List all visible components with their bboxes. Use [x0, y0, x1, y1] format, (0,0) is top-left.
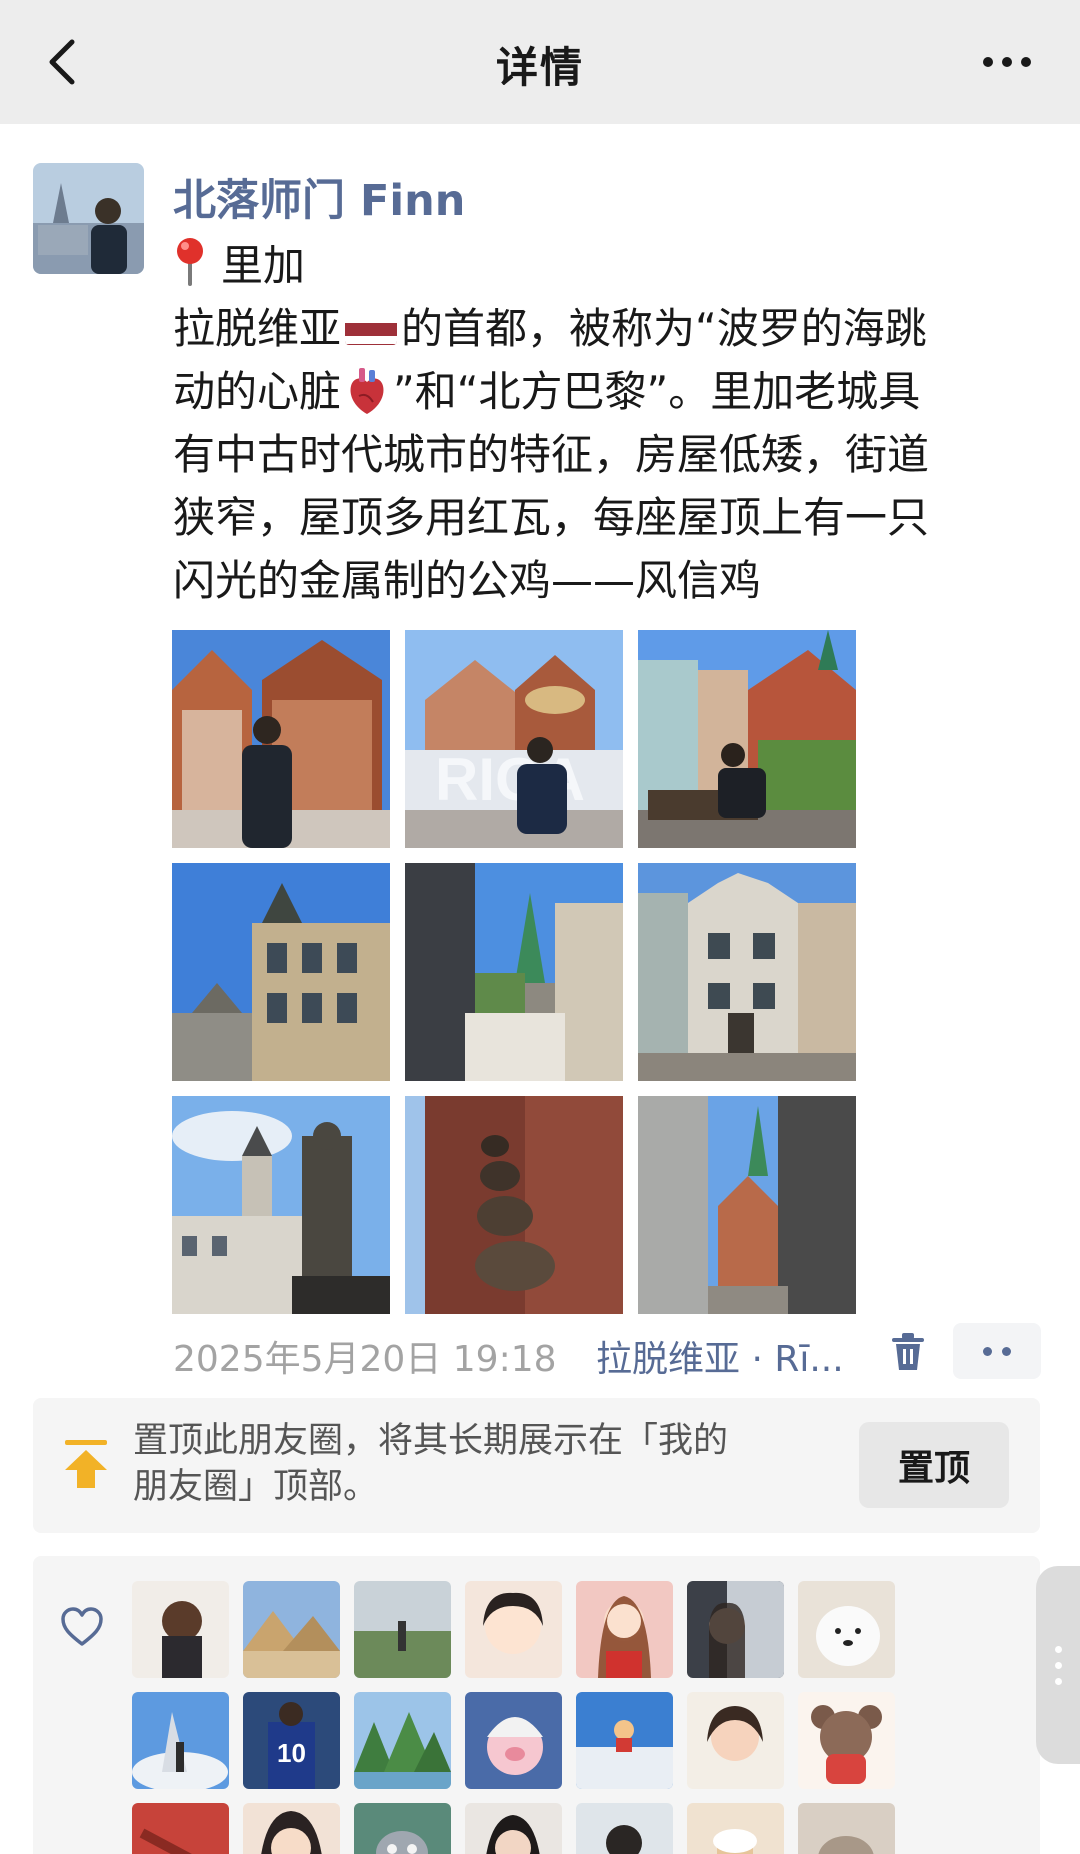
- photo-grid: RIGA: [172, 630, 856, 1314]
- liker-avatar[interactable]: [576, 1803, 673, 1854]
- liker-avatar[interactable]: [465, 1581, 562, 1678]
- liker-avatar[interactable]: [243, 1581, 340, 1678]
- text-segment: 动的心脏: [173, 367, 342, 416]
- liker-avatar[interactable]: [687, 1803, 784, 1854]
- author-name[interactable]: 北落师门 Finn: [173, 166, 465, 228]
- liker-avatar[interactable]: [798, 1581, 895, 1678]
- photo-5[interactable]: [405, 863, 623, 1081]
- side-scroll-handle[interactable]: [1036, 1566, 1080, 1764]
- liker-avatar[interactable]: 10: [243, 1692, 340, 1789]
- liker-avatar[interactable]: [576, 1581, 673, 1678]
- liker-avatar[interactable]: [354, 1692, 451, 1789]
- text-segment: ”和“北方巴黎”。里加老城具: [393, 367, 921, 416]
- liker-avatar[interactable]: [798, 1803, 895, 1854]
- likes-section: 10: [33, 1556, 1040, 1854]
- heart-outline-icon: [61, 1607, 103, 1646]
- photo-2[interactable]: RIGA: [405, 630, 623, 848]
- pin-prompt-text: 置顶此朋友圈，将其长期展示在「我的朋友圈」顶部。: [133, 1421, 729, 1507]
- text-body: 有中古时代城市的特征，房屋低矮，街道 狭窄，屋顶多用红瓦，每座屋顶上有一只 闪光…: [173, 430, 930, 605]
- location-line: 里加: [221, 241, 306, 290]
- author-avatar[interactable]: [33, 163, 144, 274]
- liker-avatar[interactable]: [354, 1581, 451, 1678]
- location-link[interactable]: 拉脱维亚 · Rī...: [596, 1330, 844, 1382]
- photo-1[interactable]: [172, 630, 390, 848]
- more-button[interactable]: [972, 36, 1042, 88]
- photo-9[interactable]: [638, 1096, 856, 1314]
- liker-avatar[interactable]: [465, 1803, 562, 1854]
- liker-avatar[interactable]: [687, 1581, 784, 1678]
- liker-avatar[interactable]: [687, 1692, 784, 1789]
- text-segment: 拉脱维亚: [173, 304, 342, 353]
- liker-avatar[interactable]: [243, 1803, 340, 1854]
- anatomical-heart-icon: [345, 366, 389, 416]
- photo-6[interactable]: [638, 863, 856, 1081]
- photo-7[interactable]: [172, 1096, 390, 1314]
- comment-menu-button[interactable]: [953, 1323, 1041, 1379]
- latvia-flag-icon: [345, 311, 398, 345]
- page-title: 详情: [495, 43, 584, 92]
- pin-location-icon: [173, 236, 207, 286]
- more-icon: [983, 57, 993, 67]
- nav-bar: 详情: [0, 0, 1080, 124]
- liker-avatar[interactable]: [132, 1803, 229, 1854]
- liker-avatars: 10: [132, 1581, 895, 1854]
- liker-avatar[interactable]: [798, 1692, 895, 1789]
- liker-avatar[interactable]: [132, 1692, 229, 1789]
- liker-avatar[interactable]: [132, 1581, 229, 1678]
- pin-to-top-button[interactable]: 置顶: [859, 1422, 1009, 1508]
- photo-4[interactable]: [172, 863, 390, 1081]
- liker-avatar[interactable]: [465, 1692, 562, 1789]
- liker-avatar[interactable]: [354, 1803, 451, 1854]
- photo-3[interactable]: [638, 630, 856, 848]
- pin-to-top-icon: [65, 1440, 107, 1488]
- photo-8[interactable]: [405, 1096, 623, 1314]
- timestamp: 2025年5月20日 19:18: [173, 1339, 557, 1380]
- svg-text:10: 10: [277, 1738, 306, 1768]
- text-segment: 的首都，被称为“波罗的海跳: [401, 304, 927, 353]
- liker-avatar[interactable]: [576, 1692, 673, 1789]
- delete-button[interactable]: [886, 1330, 930, 1374]
- post-text: 里加 拉脱维亚 的首都，被称为“波罗的海跳 动的心脏 ”和“北方巴黎”。里加老城具 …: [173, 234, 1043, 612]
- pin-to-top-prompt: 置顶此朋友圈，将其长期展示在「我的朋友圈」顶部。 置顶: [33, 1398, 1040, 1533]
- trash-icon: [892, 1333, 924, 1370]
